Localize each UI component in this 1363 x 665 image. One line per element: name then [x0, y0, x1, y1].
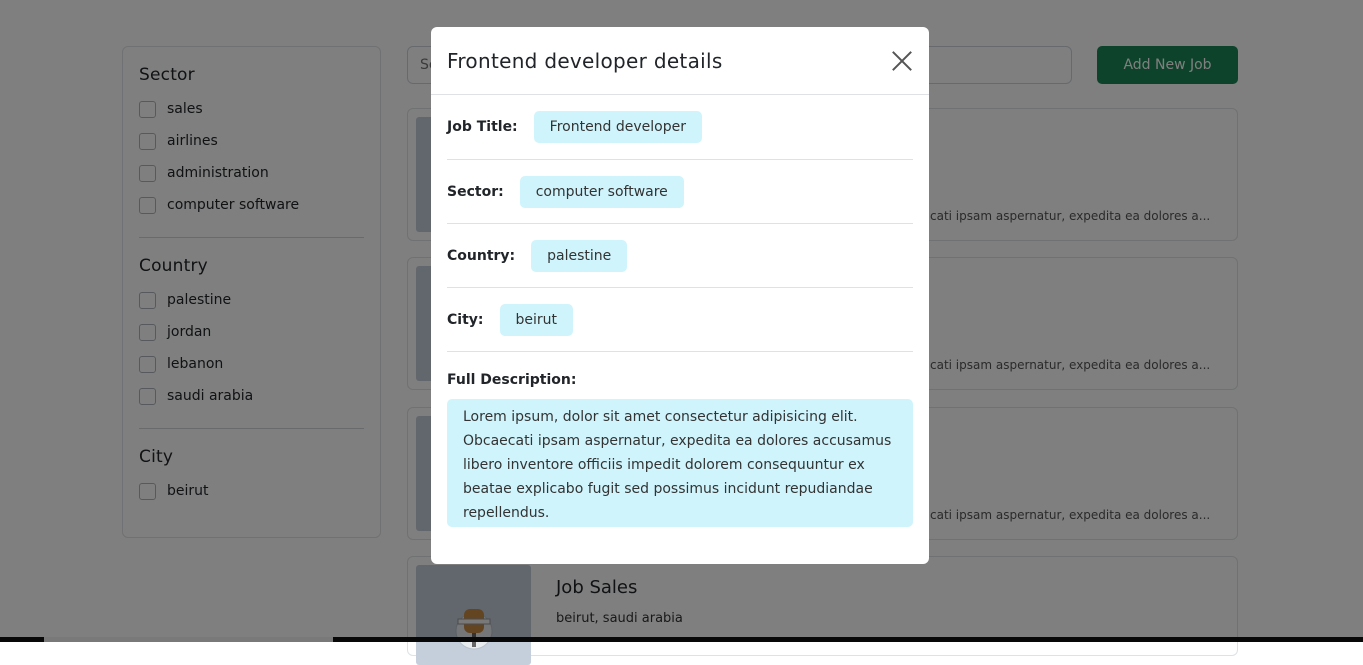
description-box: Lorem ipsum, dolor sit amet consectetur …	[447, 399, 913, 527]
detail-label: City:	[447, 311, 484, 328]
city-value: beirut	[499, 303, 574, 336]
description-line: libero inventore officiis impedit dolore…	[463, 457, 865, 473]
detail-row-country: Country: palestine	[447, 224, 913, 288]
detail-row-job-title: Job Title: Frontend developer	[447, 95, 913, 160]
description-label: Full Description:	[447, 372, 577, 388]
modal-header: Frontend developer details	[431, 27, 929, 95]
description-line: repellendus.	[463, 505, 550, 521]
detail-label: Job Title:	[447, 119, 518, 135]
modal-title: Frontend developer details	[447, 48, 723, 73]
detail-label: Sector:	[447, 183, 504, 200]
modal-body: Job Title: Frontend developer Sector: co…	[431, 95, 929, 527]
detail-row-city: City: beirut	[447, 288, 913, 352]
description-line: beatae explicabo fugit sed possimus inci…	[463, 481, 873, 497]
description-line: Obcaecati ipsam aspernatur, expedita ea …	[463, 433, 892, 449]
detail-row-sector: Sector: computer software	[447, 160, 913, 224]
job-details-modal: Frontend developer details Job Title: Fr…	[431, 27, 929, 564]
sector-value: computer software	[519, 175, 684, 208]
detail-label: Country:	[447, 247, 516, 264]
country-value: palestine	[531, 239, 628, 272]
job-title-value: Frontend developer	[533, 111, 702, 143]
description-line: Lorem ipsum, dolor sit amet consectetur …	[463, 409, 858, 425]
close-icon[interactable]	[891, 50, 913, 72]
